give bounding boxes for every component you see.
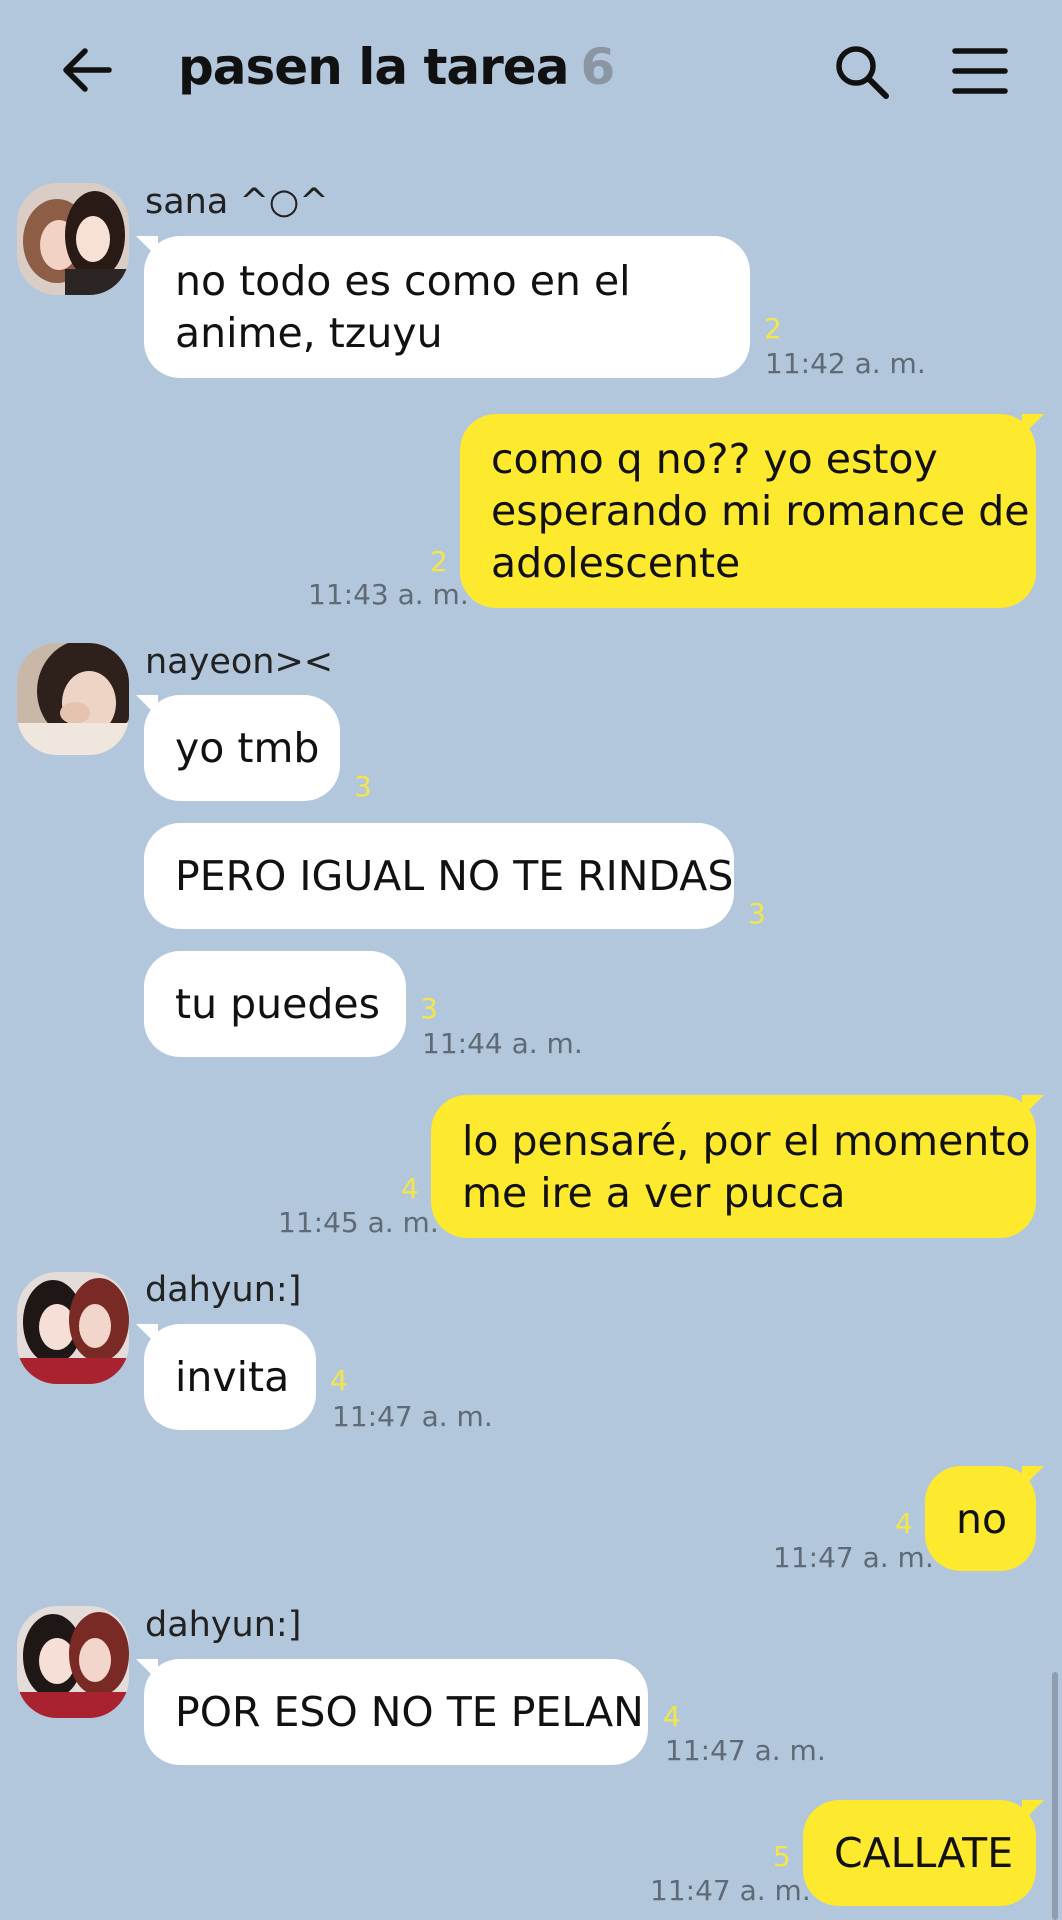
message-text: tu puedes: [175, 980, 380, 1028]
sender-name: sana ^○^: [145, 182, 329, 222]
message-bubble-incoming[interactable]: tu puedes: [144, 951, 406, 1057]
message-bubble-outgoing[interactable]: CALLATE: [803, 1800, 1044, 1906]
message-timestamp: 11:47 a. m.: [650, 1874, 811, 1907]
profile-photo-dahyun: [17, 1606, 129, 1718]
unread-count: 2: [764, 312, 782, 345]
message-bubble-incoming[interactable]: yo tmb: [136, 695, 340, 801]
unread-count: 3: [748, 897, 766, 930]
message-bubble-incoming[interactable]: invita: [136, 1324, 316, 1430]
message-text: yo tmb: [175, 724, 320, 772]
member-count: 6: [580, 38, 615, 96]
unread-count: 3: [354, 770, 372, 803]
sender-name: dahyun:]: [145, 1605, 302, 1645]
message-timestamp: 11:47 a. m.: [773, 1541, 934, 1574]
search-button[interactable]: [830, 40, 894, 104]
avatar-nayeon[interactable]: [17, 643, 129, 755]
message-bubble-outgoing[interactable]: como q no?? yo estoy esperando mi romanc…: [460, 414, 1044, 608]
message-bubble-outgoing[interactable]: no: [925, 1466, 1044, 1571]
message-text: invita: [175, 1353, 290, 1401]
message-text-line: adolescente: [491, 539, 741, 587]
arrow-left-icon: [63, 48, 112, 92]
message-text-line: como q no?? yo estoy: [491, 435, 938, 483]
avatar-dahyun[interactable]: [17, 1606, 129, 1718]
unread-count: 5: [773, 1840, 791, 1873]
unread-count: 2: [430, 545, 448, 578]
scrollbar[interactable]: [1052, 1672, 1058, 1920]
profile-photo-nayeon: [17, 643, 129, 755]
message-text: no: [956, 1494, 1008, 1543]
unread-count: 4: [330, 1364, 348, 1397]
hamburger-menu-icon: [952, 48, 1008, 94]
chat-name: pasen la tarea: [178, 38, 569, 96]
chat-title: pasen la tarea 6: [178, 38, 615, 96]
sender-name: nayeon><: [145, 642, 334, 682]
message-text-line: no todo es como en el: [175, 257, 631, 305]
message-text-line: esperando mi romance de: [491, 487, 1030, 535]
message-text: POR ESO NO TE PELAN: [175, 1688, 644, 1736]
message-bubble-outgoing[interactable]: lo pensaré, por el momento me ire a ver …: [431, 1095, 1044, 1238]
unread-count: 4: [663, 1700, 681, 1733]
chat-header: pasen la tarea 6: [0, 0, 1062, 140]
unread-count: 4: [401, 1172, 419, 1205]
message-timestamp: 11:42 a. m.: [765, 347, 926, 380]
message-timestamp: 11:43 a. m.: [308, 578, 469, 611]
message-text: PERO IGUAL NO TE RINDAS: [175, 852, 734, 900]
sender-name: dahyun:]: [145, 1270, 302, 1310]
avatar-sana[interactable]: [17, 183, 129, 295]
message-text-line: lo pensaré, por el momento: [462, 1116, 1031, 1165]
search-icon: [836, 46, 889, 99]
message-text-line: me ire a ver pucca: [462, 1168, 846, 1217]
menu-button[interactable]: [948, 40, 1012, 104]
message-bubble-incoming[interactable]: no todo es como en el anime, tzuyu: [136, 236, 750, 378]
message-timestamp: 11:45 a. m.: [278, 1206, 439, 1239]
message-text: CALLATE: [834, 1829, 1014, 1877]
message-text-line: anime, tzuyu: [175, 309, 443, 357]
profile-photo-sana: [17, 183, 129, 295]
message-timestamp: 11:47 a. m.: [332, 1400, 493, 1433]
profile-photo-dahyun: [17, 1272, 129, 1384]
unread-count: 4: [895, 1507, 913, 1540]
back-button[interactable]: [55, 38, 119, 102]
message-timestamp: 11:44 a. m.: [422, 1027, 583, 1060]
unread-count: 3: [420, 992, 438, 1025]
message-bubble-incoming[interactable]: PERO IGUAL NO TE RINDAS: [144, 823, 734, 929]
message-bubble-incoming[interactable]: POR ESO NO TE PELAN: [136, 1659, 648, 1765]
message-timestamp: 11:47 a. m.: [665, 1734, 826, 1767]
avatar-dahyun[interactable]: [17, 1272, 129, 1384]
